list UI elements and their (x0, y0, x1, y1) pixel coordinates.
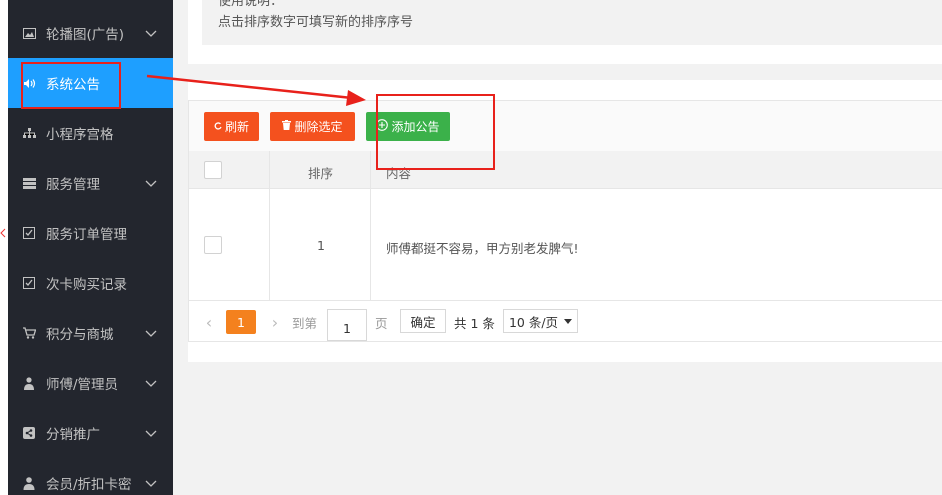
sidebar-item-label: 轮播图(广告) (46, 27, 125, 43)
tips-title: 使用说明： (218, 0, 284, 9)
server-icon (22, 176, 36, 190)
left-caret-icon (0, 228, 6, 238)
row-content: 师傅都挺不容易，甲方别老发脾气! (386, 241, 579, 256)
next-page-button[interactable]: › (267, 310, 283, 334)
sidebar-item-label: 分销推广 (46, 427, 100, 443)
sidebar-item-label: 服务管理 (46, 177, 100, 193)
chevron-down-icon (145, 330, 157, 337)
chevron-down-icon (145, 30, 157, 37)
confirm-page-button[interactable]: 确定 (400, 309, 446, 333)
chevron-down-icon (145, 180, 157, 187)
chevron-down-icon (145, 430, 157, 437)
sitemap-icon (22, 126, 36, 140)
announcement-table: 排序 内容 1 师傅都挺不容易，甲方别老发脾气! (188, 151, 942, 301)
tips-text: 点击排序数字可填写新的排序序号 (218, 15, 414, 30)
dropdown-arrow-icon (564, 318, 573, 324)
header-sort: 排序 (308, 166, 334, 181)
tips-box: 使用说明： 点击排序数字可填写新的排序序号 (202, 0, 942, 45)
trash-icon (282, 120, 292, 133)
left-gutter (0, 0, 8, 495)
cart-icon (22, 326, 36, 340)
refresh-icon (214, 120, 222, 133)
sidebar-item-grid[interactable]: 小程序宫格 (8, 108, 173, 158)
sidebar-item-label: 会员/折扣卡密 (46, 477, 132, 493)
main-content: 使用说明： 点击排序数字可填写新的排序序号 刷新 删除选定 添加公告 排序 内容… (173, 0, 942, 495)
chevron-down-icon (145, 480, 157, 487)
column-divider (269, 151, 270, 301)
sidebar-item-distribution[interactable]: 分销推广 (8, 408, 173, 458)
delete-label: 删除选定 (294, 120, 343, 134)
share-icon (22, 426, 36, 440)
current-page[interactable]: 1 (226, 310, 256, 334)
select-all-checkbox[interactable] (204, 161, 222, 179)
toolbar: 刷新 删除选定 添加公告 (188, 100, 942, 152)
row-sort-value[interactable]: 1 (317, 238, 325, 253)
row-checkbox[interactable] (204, 236, 222, 254)
column-divider (370, 151, 371, 301)
image-icon (22, 26, 36, 40)
goto-label: 到第 (292, 315, 318, 331)
prev-page-button[interactable]: ‹ (201, 310, 217, 334)
table-row: 1 师傅都挺不容易，甲方别老发脾气! (189, 189, 942, 301)
table-header: 排序 内容 (189, 151, 942, 189)
page-size-value: 10 条/页 (508, 314, 559, 330)
sidebar-item-label: 服务订单管理 (46, 227, 127, 243)
refresh-button[interactable]: 刷新 (204, 112, 259, 141)
sidebar-item-label: 次卡购买记录 (46, 277, 127, 293)
sidebar-item-label: 积分与商城 (46, 327, 114, 343)
sidebar-item-label: 师傅/管理员 (46, 377, 119, 393)
sidebar-item-membership[interactable]: 会员/折扣卡密 (8, 458, 173, 495)
page-number-input[interactable]: 1 (327, 309, 367, 341)
sidebar-item-banner[interactable]: 轮播图(广告) (8, 8, 173, 58)
page-unit-label: 页 (375, 315, 388, 331)
checkbox-icon (22, 276, 36, 290)
sidebar-item-label: 小程序宫格 (46, 127, 114, 143)
checkbox-icon (22, 226, 36, 240)
sidebar-item-masters-admins[interactable]: 师傅/管理员 (8, 358, 173, 408)
highlight-box-add-button (376, 94, 495, 170)
refresh-label: 刷新 (224, 120, 249, 134)
chevron-down-icon (145, 380, 157, 387)
user-icon (22, 476, 36, 490)
user-tie-icon (22, 376, 36, 390)
sidebar-item-points-mall[interactable]: 积分与商城 (8, 308, 173, 358)
sidebar-item-card-purchases[interactable]: 次卡购买记录 (8, 258, 173, 308)
tips-panel: 使用说明： 点击排序数字可填写新的排序序号 (188, 0, 942, 64)
sidebar-item-services[interactable]: 服务管理 (8, 158, 173, 208)
total-count: 共 1 条 (454, 315, 495, 331)
delete-selected-button[interactable]: 删除选定 (270, 112, 355, 141)
pagination: ‹ 1 › 到第 1 页 确定 共 1 条 10 条/页 (188, 301, 942, 342)
sidebar-item-service-orders[interactable]: 服务订单管理 (8, 208, 173, 258)
page-size-select[interactable]: 10 条/页 (503, 309, 578, 333)
highlight-box-sidebar (21, 62, 121, 109)
